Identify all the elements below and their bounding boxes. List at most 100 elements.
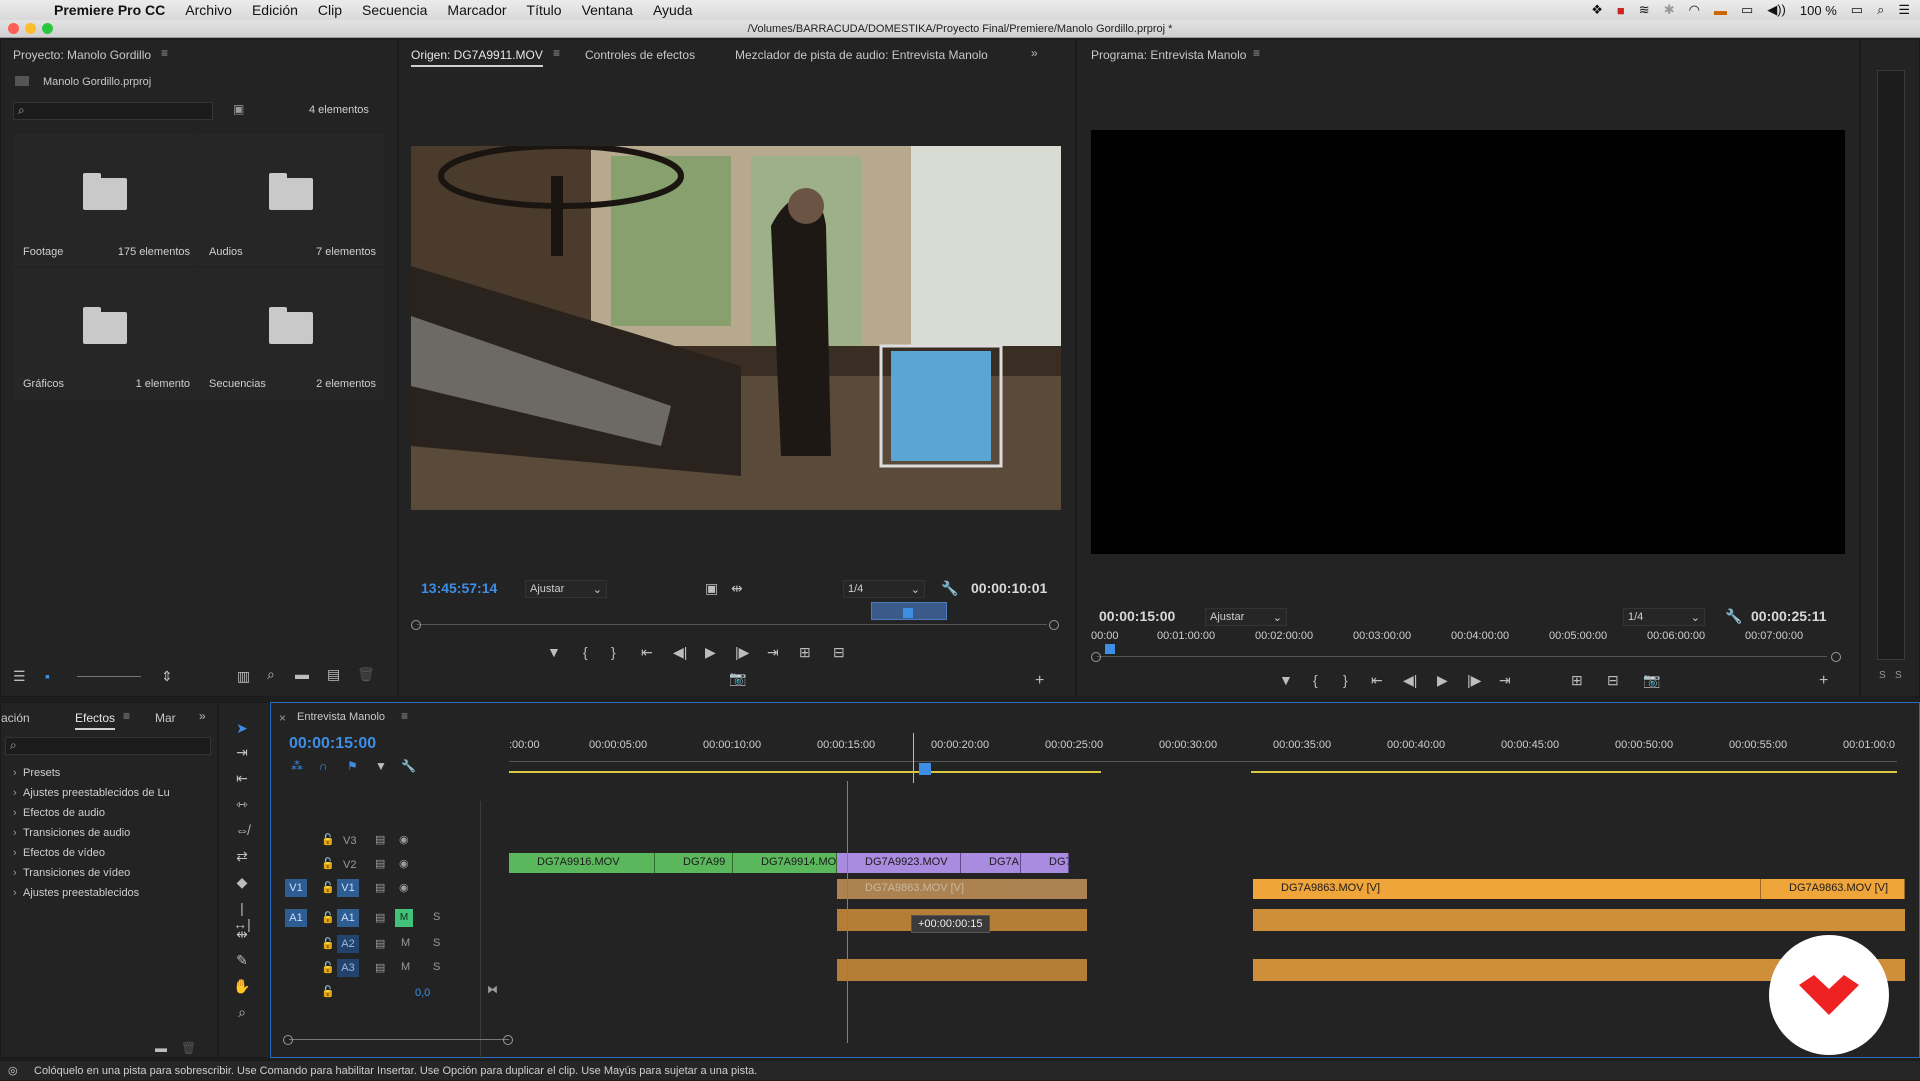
zoom-window-button[interactable] (42, 23, 53, 34)
bin-secuencias[interactable]: Secuencias 2 elementos (199, 268, 384, 400)
playhead-icon[interactable] (1105, 644, 1115, 654)
menu-archivo[interactable]: Archivo (175, 2, 242, 18)
effects-folder-audio-transitions[interactable]: Transiciones de audio (11, 823, 211, 843)
work-area-bar[interactable] (509, 771, 1101, 773)
razor-tool-icon[interactable]: ◆ (232, 874, 252, 894)
bin-footage[interactable]: Footage 175 elementos (13, 134, 198, 266)
tab-info[interactable]: ación (1, 711, 30, 725)
master-volume[interactable]: 0,0 (415, 987, 430, 999)
zoom-tool-icon[interactable]: ⌕ (232, 1004, 252, 1024)
menu-titulo[interactable]: Título (517, 2, 572, 18)
lift-icon[interactable]: ⊞ (1571, 672, 1583, 689)
bin-graficos[interactable]: Gráficos 1 elemento (13, 268, 198, 400)
timeline-tab[interactable]: Entrevista Manolo (297, 711, 385, 723)
menu-clip[interactable]: Clip (308, 2, 352, 18)
automate-icon[interactable]: ▥ (237, 668, 250, 685)
solo-left[interactable]: S (1879, 670, 1886, 681)
source-resolution-dropdown[interactable]: 1/4 ⌄ (843, 580, 925, 598)
tab-effect-controls[interactable]: Controles de efectos (585, 48, 695, 62)
panel-menu-icon[interactable]: ≡ (401, 709, 408, 723)
playhead-icon[interactable] (903, 608, 913, 618)
panel-menu-icon[interactable]: ≡ (553, 46, 560, 60)
dragged-audio-a3[interactable] (837, 959, 1087, 981)
linked-selection-icon[interactable]: ⚑ (347, 759, 358, 773)
hand-tool-icon[interactable]: ✋ (232, 978, 252, 998)
panel-menu-icon[interactable]: ≡ (161, 46, 168, 60)
effects-folder-audio-effects[interactable]: Efectos de audio (11, 803, 211, 823)
overflow-icon[interactable]: » (1031, 46, 1038, 60)
mark-out-icon[interactable]: } (1343, 672, 1348, 688)
program-fit-dropdown[interactable]: Ajustar ⌄ (1205, 608, 1287, 626)
rolling-edit-tool-icon[interactable]: ⇿ (232, 796, 252, 816)
mute-button-a1[interactable]: M (395, 909, 413, 927)
clip-v2[interactable]: DG7A (1021, 853, 1069, 873)
airplay-icon[interactable]: ▭ (1741, 2, 1753, 18)
step-forward-icon[interactable]: |▶ (735, 644, 749, 661)
clip-v2[interactable]: DG7A99 (655, 853, 733, 873)
lock-icon[interactable]: 🔓 (321, 985, 335, 998)
trash-icon[interactable]: 🗑 (181, 1041, 196, 1055)
list-icon[interactable]: ☰ (1898, 2, 1910, 18)
eye-icon[interactable]: ◉ (399, 857, 409, 870)
go-to-out-icon[interactable]: ⇥ (767, 644, 779, 661)
effects-folder-video-effects[interactable]: Efectos de vídeo (11, 843, 211, 863)
timeline-ruler[interactable]: :00:00 00:00:05:00 00:00:10:00 00:00:15:… (509, 739, 1919, 783)
tab-source[interactable]: Origen: DG7A9911.MOV (411, 48, 543, 67)
sort-icon[interactable]: ⇕ (161, 668, 173, 685)
source-fit-dropdown[interactable]: Ajustar ⌄ (525, 580, 607, 598)
source-timecode[interactable]: 13:45:57:14 (421, 580, 497, 596)
sync-lock-icon[interactable]: ▤ (375, 857, 385, 870)
flag-icon[interactable]: ▬ (1714, 3, 1727, 18)
record-icon[interactable]: ■ (1617, 3, 1625, 18)
close-tab-icon[interactable]: × (279, 711, 286, 725)
scroll-handle-left[interactable] (411, 620, 421, 630)
effects-folder-lumetri[interactable]: Ajustes preestablecidos de Lu (11, 783, 211, 803)
program-timecode[interactable]: 00:00:15:00 (1099, 608, 1175, 624)
panel-menu-icon[interactable]: ≡ (123, 709, 130, 723)
step-back-icon[interactable]: ◀| (1403, 672, 1417, 689)
lock-icon[interactable]: 🔓 (321, 937, 335, 950)
sync-lock-icon[interactable]: ▤ (375, 937, 385, 950)
bluetooth-icon[interactable]: ✱ (1664, 2, 1675, 18)
track-label-a1[interactable]: A1 (337, 909, 359, 927)
timeline-timecode[interactable]: 00:00:15:00 (289, 735, 376, 753)
playhead-icon[interactable] (919, 763, 931, 775)
eye-icon[interactable]: ◉ (399, 833, 409, 846)
layers-icon[interactable]: ≋ (1639, 2, 1650, 18)
new-bin-icon[interactable]: ▣ (233, 102, 244, 116)
solo-button-a3[interactable]: S (433, 961, 440, 973)
step-forward-icon[interactable]: |▶ (1467, 672, 1481, 689)
drag-video-icon[interactable]: ⇹ (731, 580, 743, 597)
go-to-end-icon[interactable]: ⧓ (487, 983, 498, 996)
menu-ayuda[interactable]: Ayuda (643, 2, 702, 18)
lock-icon[interactable]: 🔓 (321, 961, 335, 974)
effects-folder-video-transitions[interactable]: Transiciones de vídeo (11, 863, 211, 883)
menu-ventana[interactable]: Ventana (572, 2, 643, 18)
sync-lock-icon[interactable]: ▤ (375, 911, 385, 924)
trash-icon[interactable]: 🗑 (357, 666, 375, 683)
source-patch-v1[interactable]: V1 (285, 879, 307, 897)
wifi-icon[interactable]: ◠ (1689, 2, 1700, 18)
new-bin-icon[interactable]: ▬ (295, 666, 309, 682)
project-tab[interactable]: Proyecto: Manolo Gordillo (13, 48, 151, 62)
battery-icon[interactable]: ▭ (1851, 2, 1863, 18)
icon-view-icon[interactable]: ▪ (45, 668, 50, 684)
safe-margins-icon[interactable]: ▣ (705, 580, 718, 597)
play-icon[interactable]: ▶ (1437, 672, 1448, 689)
pen-tool-icon[interactable]: ✎ (232, 952, 252, 972)
track-select-tool-icon[interactable]: ⇥ (232, 744, 252, 764)
go-to-out-icon[interactable]: ⇥ (1499, 672, 1511, 689)
export-frame-icon[interactable]: 📷 (1643, 672, 1660, 689)
program-tab[interactable]: Programa: Entrevista Manolo (1091, 48, 1246, 62)
nest-icon[interactable]: ⁂ (291, 759, 303, 773)
search-icon[interactable]: ⌕ (1877, 2, 1884, 18)
clip-v1[interactable]: DG7A9863.MOV [V] (1253, 879, 1761, 899)
play-icon[interactable]: ▶ (705, 644, 716, 661)
step-back-icon[interactable]: ◀| (673, 644, 687, 661)
add-marker-icon[interactable]: ▼ (547, 644, 561, 660)
overflow-icon[interactable]: » (199, 709, 206, 723)
lock-icon[interactable]: 🔓 (321, 857, 335, 870)
export-frame-icon[interactable]: 📷 (729, 670, 746, 687)
menu-secuencia[interactable]: Secuencia (352, 2, 437, 18)
dropbox-icon[interactable]: ❖ (1591, 2, 1603, 18)
